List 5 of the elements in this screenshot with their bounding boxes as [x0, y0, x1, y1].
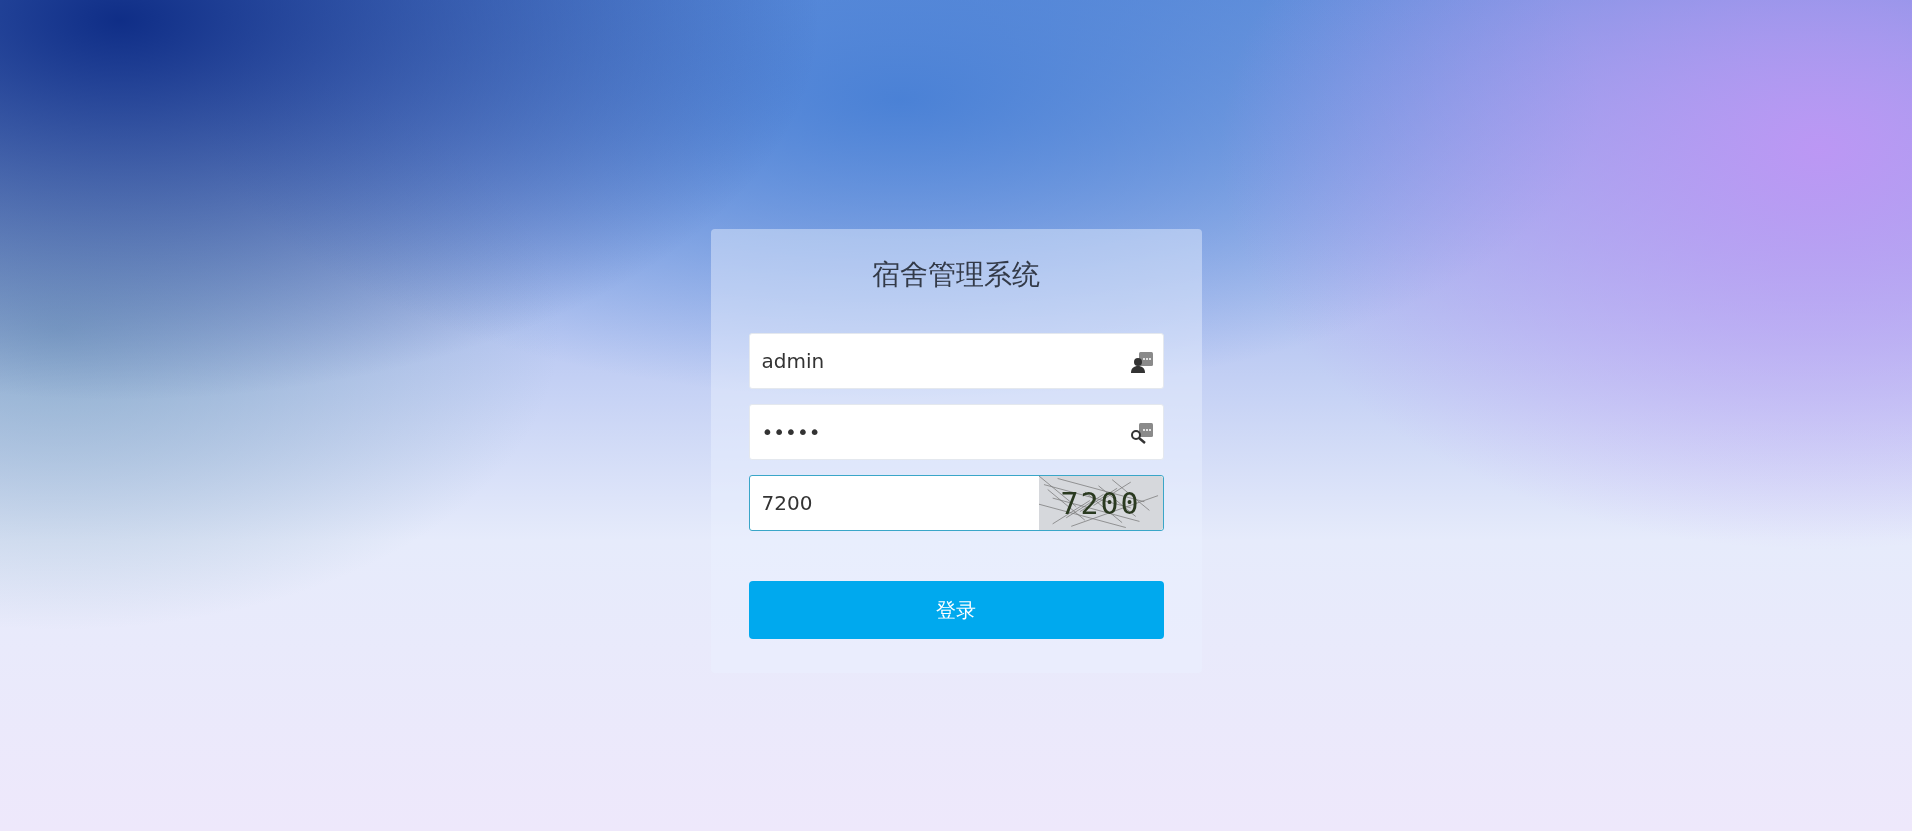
- user-icon: [1129, 350, 1154, 374]
- input-field[interactable]: admin: [748, 333, 1164, 389]
- input-field[interactable]: •••••: [748, 404, 1164, 460]
- captcha-image[interactable]: 7200: [1038, 476, 1163, 530]
- system-title: 宿舍管理系统: [872, 257, 1040, 293]
